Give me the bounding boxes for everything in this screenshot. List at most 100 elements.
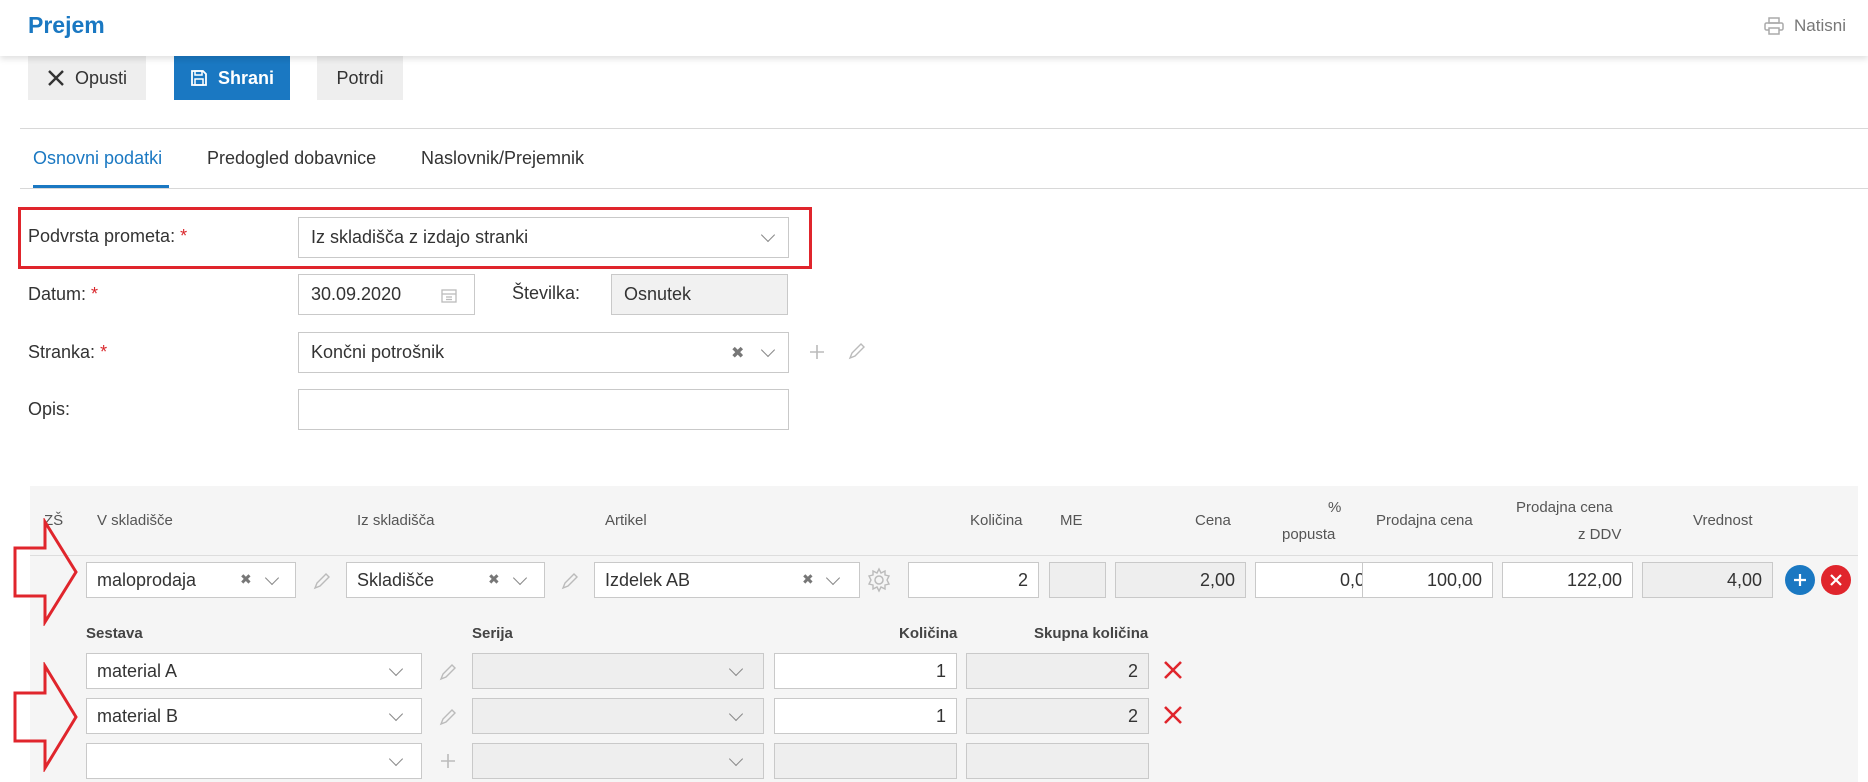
chevron-down-icon[interactable]: [760, 342, 776, 358]
col-sale-price: Prodajna cena: [1376, 512, 1473, 529]
quantity-input[interactable]: 2: [908, 562, 1039, 598]
remove-component-icon[interactable]: [1162, 704, 1184, 726]
chevron-down-icon[interactable]: [760, 227, 776, 243]
printer-icon: [1764, 17, 1784, 35]
floppy-disk-icon: [191, 70, 207, 86]
col-total-quantity: Skupna količina: [1034, 625, 1149, 642]
arrow-right-annotation-icon: [13, 662, 78, 772]
number-value: Osnutek: [624, 284, 692, 304]
save-button[interactable]: Shrani: [174, 56, 290, 100]
to-warehouse-select[interactable]: maloprodaja ✖: [86, 562, 296, 598]
col-unit: ME: [1060, 512, 1083, 529]
description-label: Opis:: [28, 399, 71, 419]
chevron-down-icon[interactable]: [388, 706, 404, 722]
col-to-warehouse: V skladišče: [97, 512, 173, 529]
col-from-warehouse: Iz skladišča: [357, 512, 435, 529]
add-customer-icon[interactable]: [808, 343, 826, 361]
chevron-down-icon[interactable]: [264, 570, 280, 586]
sale-price-input[interactable]: 100,00: [1362, 562, 1493, 598]
description-input[interactable]: [298, 389, 789, 430]
sale-price-vat-input[interactable]: 122,00: [1502, 562, 1633, 598]
edit-icon[interactable]: [312, 571, 332, 591]
col-sale-price-vat-line1: Prodajna cena: [1516, 499, 1613, 516]
plus-icon: [1794, 574, 1806, 586]
print-button[interactable]: Natisni: [1764, 16, 1846, 36]
calendar-icon[interactable]: [441, 288, 457, 303]
series-select[interactable]: [472, 653, 764, 689]
col-value: Vrednost: [1693, 512, 1753, 529]
discard-label: Opusti: [74, 67, 128, 88]
tab-delivery-preview[interactable]: Predogled dobavnice: [207, 148, 376, 169]
chevron-down-icon[interactable]: [825, 570, 841, 586]
series-select[interactable]: [472, 743, 764, 779]
col-item: Artikel: [605, 512, 647, 529]
col-component-quantity: Količina: [899, 625, 958, 642]
clear-icon[interactable]: ✖: [488, 571, 500, 588]
item-value: Izdelek AB: [605, 569, 691, 590]
chevron-down-icon[interactable]: [728, 661, 744, 677]
chevron-down-icon[interactable]: [728, 751, 744, 767]
items-grid-header: [30, 486, 1858, 556]
customer-select[interactable]: Končni potrošnik ✖: [298, 332, 789, 373]
component-quantity-input[interactable]: [774, 743, 957, 779]
date-value: 30.09.2020: [311, 284, 402, 304]
price-field: 2,00: [1115, 562, 1246, 598]
component-select[interactable]: material A: [86, 653, 422, 689]
edit-icon[interactable]: [438, 707, 458, 727]
remove-row-button[interactable]: [1821, 565, 1851, 595]
unit-field: [1049, 562, 1106, 598]
total-quantity-field: 2: [966, 698, 1149, 734]
clear-icon[interactable]: ✖: [731, 343, 744, 363]
edit-customer-icon[interactable]: [847, 341, 867, 361]
tabs-divider: [20, 188, 1868, 189]
from-warehouse-value: Skladišče: [357, 569, 435, 590]
col-sale-price-vat-line2: z DDV: [1578, 526, 1622, 543]
tab-recipient[interactable]: Naslovnik/Prejemnik: [421, 148, 584, 169]
col-series: Serija: [472, 625, 513, 642]
clear-icon[interactable]: ✖: [802, 571, 814, 588]
subtype-value: Iz skladišča z izdajo stranki: [311, 227, 529, 247]
chevron-down-icon[interactable]: [728, 706, 744, 722]
total-quantity-field: 2: [966, 653, 1149, 689]
arrow-right-annotation-icon: [13, 518, 78, 626]
component-select[interactable]: [86, 743, 422, 779]
number-label: Številka:: [512, 283, 581, 303]
chevron-down-icon[interactable]: [512, 570, 528, 586]
to-warehouse-value: maloprodaja: [97, 569, 197, 590]
discard-button[interactable]: Opusti: [28, 56, 146, 100]
add-component-icon[interactable]: [439, 752, 457, 770]
toolbar-divider: [20, 128, 1868, 129]
subtype-select[interactable]: Iz skladišča z izdajo stranki: [298, 217, 789, 258]
col-price: Cena: [1195, 512, 1231, 529]
print-label: Natisni: [1794, 16, 1846, 35]
remove-component-icon[interactable]: [1162, 659, 1184, 681]
confirm-button[interactable]: Potrdi: [317, 56, 403, 100]
component-select[interactable]: material B: [86, 698, 422, 734]
gear-icon[interactable]: [866, 567, 892, 593]
date-label: Datum: *: [28, 284, 99, 304]
close-icon: [48, 70, 64, 86]
add-row-button[interactable]: [1785, 565, 1815, 595]
edit-icon[interactable]: [438, 662, 458, 682]
save-label: Shrani: [217, 67, 274, 88]
number-field: Osnutek: [611, 274, 788, 315]
col-discount-line1: %: [1328, 499, 1342, 516]
series-select[interactable]: [472, 698, 764, 734]
col-discount-line2: popusta: [1282, 526, 1336, 543]
col-component: Sestava: [86, 625, 143, 642]
clear-icon[interactable]: ✖: [240, 571, 252, 588]
edit-icon[interactable]: [560, 571, 580, 591]
chevron-down-icon[interactable]: [388, 751, 404, 767]
page-title: Prejem: [28, 12, 105, 38]
close-icon: [1830, 574, 1842, 586]
tab-basic-data[interactable]: Osnovni podatki: [33, 148, 162, 169]
component-quantity-input[interactable]: 1: [774, 698, 957, 734]
item-select[interactable]: Izdelek AB ✖: [594, 562, 860, 598]
component-quantity-input[interactable]: 1: [774, 653, 957, 689]
subtype-label: Podvrsta prometa: *: [28, 226, 188, 246]
from-warehouse-select[interactable]: Skladišče ✖: [346, 562, 545, 598]
page-header: Prejem Natisni: [0, 0, 1868, 56]
customer-label: Stranka: *: [28, 342, 108, 362]
chevron-down-icon[interactable]: [388, 661, 404, 677]
date-input[interactable]: 30.09.2020: [298, 274, 475, 315]
